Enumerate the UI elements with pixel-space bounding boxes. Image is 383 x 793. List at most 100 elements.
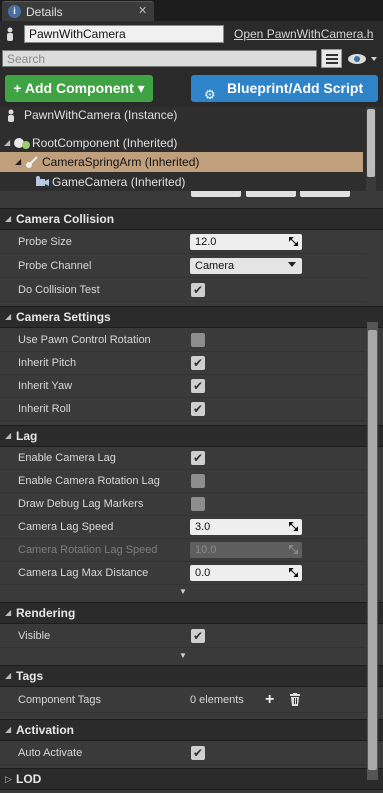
- property-camera-lag-max-distance: Camera Lag Max Distance 0.0: [0, 562, 366, 585]
- property-inherit-pitch: Inherit Pitch ✔: [0, 352, 366, 375]
- section-lag[interactable]: ◢ Lag: [0, 425, 383, 447]
- collapse-icon: ◢: [5, 608, 12, 617]
- details-icon: i: [8, 5, 21, 18]
- inherit-pitch-checkbox[interactable]: ✔: [191, 356, 205, 370]
- enable-camera-rotation-lag-checkbox[interactable]: [191, 474, 205, 488]
- tree-item-root[interactable]: ◢ RootComponent (Inherited): [0, 133, 363, 153]
- inherit-roll-checkbox[interactable]: ✔: [191, 402, 205, 416]
- property-label: Use Pawn Control Rotation: [18, 334, 151, 346]
- chevron-down-icon: [288, 262, 296, 267]
- scroll-thumb[interactable]: [368, 330, 377, 770]
- search-row: Search: [0, 47, 383, 71]
- gear-icon: ⚙: [204, 87, 216, 102]
- property-enable-camera-lag: Enable Camera Lag ✔: [0, 447, 366, 470]
- property-inherit-yaw: Inherit Yaw ✔: [0, 375, 366, 398]
- field-value: 0.0: [195, 567, 211, 579]
- pawn-icon: [7, 27, 13, 41]
- tree-item-label: CameraSpringArm (Inherited): [42, 155, 200, 169]
- vector-z-field[interactable]: [300, 191, 350, 197]
- scroll-thumb[interactable]: [367, 109, 375, 177]
- property-probe-size: Probe Size 12.0: [0, 231, 366, 254]
- tree-item-spring-arm[interactable]: ◢ CameraSpringArm (Inherited): [0, 152, 363, 172]
- property-probe-channel: Probe Channel Camera: [0, 255, 366, 278]
- section-rendering[interactable]: ◢ Rendering: [0, 602, 383, 624]
- tree-item-label: RootComponent (Inherited): [32, 136, 178, 150]
- section-lod[interactable]: ▷ LOD: [0, 768, 383, 790]
- camera-icon: [36, 176, 49, 186]
- component-buttons-row: + Add Component ▾ ⚙ Blueprint/Add Script: [0, 71, 383, 107]
- section-camera-collision[interactable]: ◢ Camera Collision: [0, 208, 383, 230]
- clipped-transform-row: [0, 191, 383, 207]
- component-tree: PawnWithCamera (Instance) ◢ RootComponen…: [0, 107, 383, 191]
- component-tags-count: 0 elements: [190, 694, 244, 706]
- section-activation[interactable]: ◢ Activation: [0, 719, 383, 741]
- property-inherit-roll: Inherit Roll ✔: [0, 398, 366, 421]
- property-camera-rotation-lag-speed: Camera Rotation Lag Speed 10.0: [0, 539, 366, 562]
- collapse-icon[interactable]: ◢: [15, 152, 21, 172]
- section-camera-settings[interactable]: ◢ Camera Settings: [0, 306, 383, 328]
- camera-lag-max-distance-field[interactable]: 0.0: [190, 565, 302, 581]
- do-collision-test-checkbox[interactable]: ✔: [191, 283, 205, 297]
- vector-y-field[interactable]: [246, 191, 296, 197]
- property-label: Auto Activate: [18, 747, 83, 759]
- eye-icon[interactable]: [347, 51, 379, 67]
- draw-debug-lag-markers-checkbox[interactable]: [191, 497, 205, 511]
- collapse-icon: ◢: [5, 312, 12, 321]
- property-use-pawn-control-rotation: Use Pawn Control Rotation: [0, 329, 366, 352]
- tab-label: Details: [26, 5, 63, 19]
- collapse-icon[interactable]: ◢: [4, 133, 10, 153]
- tree-item-camera[interactable]: GameCamera (Inherited): [0, 172, 363, 192]
- expand-arrow-icon[interactable]: ▼: [0, 651, 366, 661]
- enable-camera-lag-checkbox[interactable]: ✔: [191, 451, 205, 465]
- section-title: Camera Settings: [16, 310, 111, 324]
- property-do-collision-test: Do Collision Test ✔: [0, 279, 366, 302]
- auto-activate-checkbox[interactable]: ✔: [191, 746, 205, 760]
- field-value: 3.0: [195, 521, 211, 533]
- probe-channel-dropdown[interactable]: Camera: [190, 258, 302, 274]
- section-title: Lag: [16, 429, 38, 443]
- use-pawn-control-rotation-checkbox[interactable]: [191, 333, 205, 347]
- actor-name-field[interactable]: PawnWithCamera: [24, 25, 224, 43]
- tree-item-instance[interactable]: PawnWithCamera (Instance): [0, 105, 363, 125]
- tree-item-label: PawnWithCamera (Instance): [24, 108, 178, 122]
- inherit-yaw-checkbox[interactable]: ✔: [191, 379, 205, 393]
- spring-arm-icon: [26, 156, 38, 168]
- tree-scrollbar[interactable]: [366, 107, 376, 191]
- open-source-link[interactable]: Open PawnWithCamera.h: [234, 27, 373, 41]
- dropdown-value: Camera: [195, 260, 235, 272]
- add-component-button[interactable]: + Add Component ▾: [5, 75, 153, 102]
- details-scrollbar[interactable]: [367, 322, 378, 780]
- section-tags[interactable]: ◢ Tags: [0, 665, 383, 687]
- property-label: Camera Lag Max Distance: [18, 567, 149, 579]
- property-label: Component Tags: [18, 694, 101, 706]
- resize-arrow-icon: [289, 545, 298, 554]
- actor-header: PawnWithCamera Open PawnWithCamera.h: [0, 21, 383, 47]
- details-panel: i Details ✕ PawnWithCamera Open PawnWith…: [0, 0, 383, 793]
- section-title: Activation: [16, 723, 75, 737]
- add-icon[interactable]: +: [265, 691, 274, 709]
- tree-item-label: GameCamera (Inherited): [52, 175, 186, 189]
- property-label: Camera Lag Speed: [18, 521, 114, 533]
- field-value: 12.0: [195, 236, 217, 248]
- close-icon[interactable]: ✕: [138, 4, 147, 17]
- section-title: Rendering: [16, 606, 76, 620]
- section-title: Tags: [16, 669, 44, 683]
- search-input[interactable]: Search: [2, 50, 317, 67]
- expand-icon: ▷: [5, 774, 12, 784]
- section-title: Camera Collision: [16, 212, 115, 226]
- grid-view-icon[interactable]: [321, 49, 342, 68]
- trash-icon[interactable]: [289, 693, 301, 706]
- camera-lag-speed-field[interactable]: 3.0: [190, 519, 302, 535]
- property-label: Camera Rotation Lag Speed: [18, 544, 158, 556]
- tab-details[interactable]: i Details ✕: [2, 1, 154, 21]
- collapse-icon: ◢: [5, 725, 12, 734]
- property-label: Draw Debug Lag Markers: [18, 498, 144, 510]
- expand-arrow-icon[interactable]: ▼: [0, 587, 366, 597]
- probe-size-field[interactable]: 12.0: [190, 234, 302, 250]
- resize-arrow-icon: [289, 237, 298, 246]
- visible-checkbox[interactable]: ✔: [191, 629, 205, 643]
- vector-x-field[interactable]: [191, 191, 241, 197]
- camera-rotation-lag-speed-field: 10.0: [190, 542, 302, 558]
- property-label: Inherit Yaw: [18, 380, 73, 392]
- blueprint-add-script-button[interactable]: ⚙ Blueprint/Add Script: [191, 75, 378, 102]
